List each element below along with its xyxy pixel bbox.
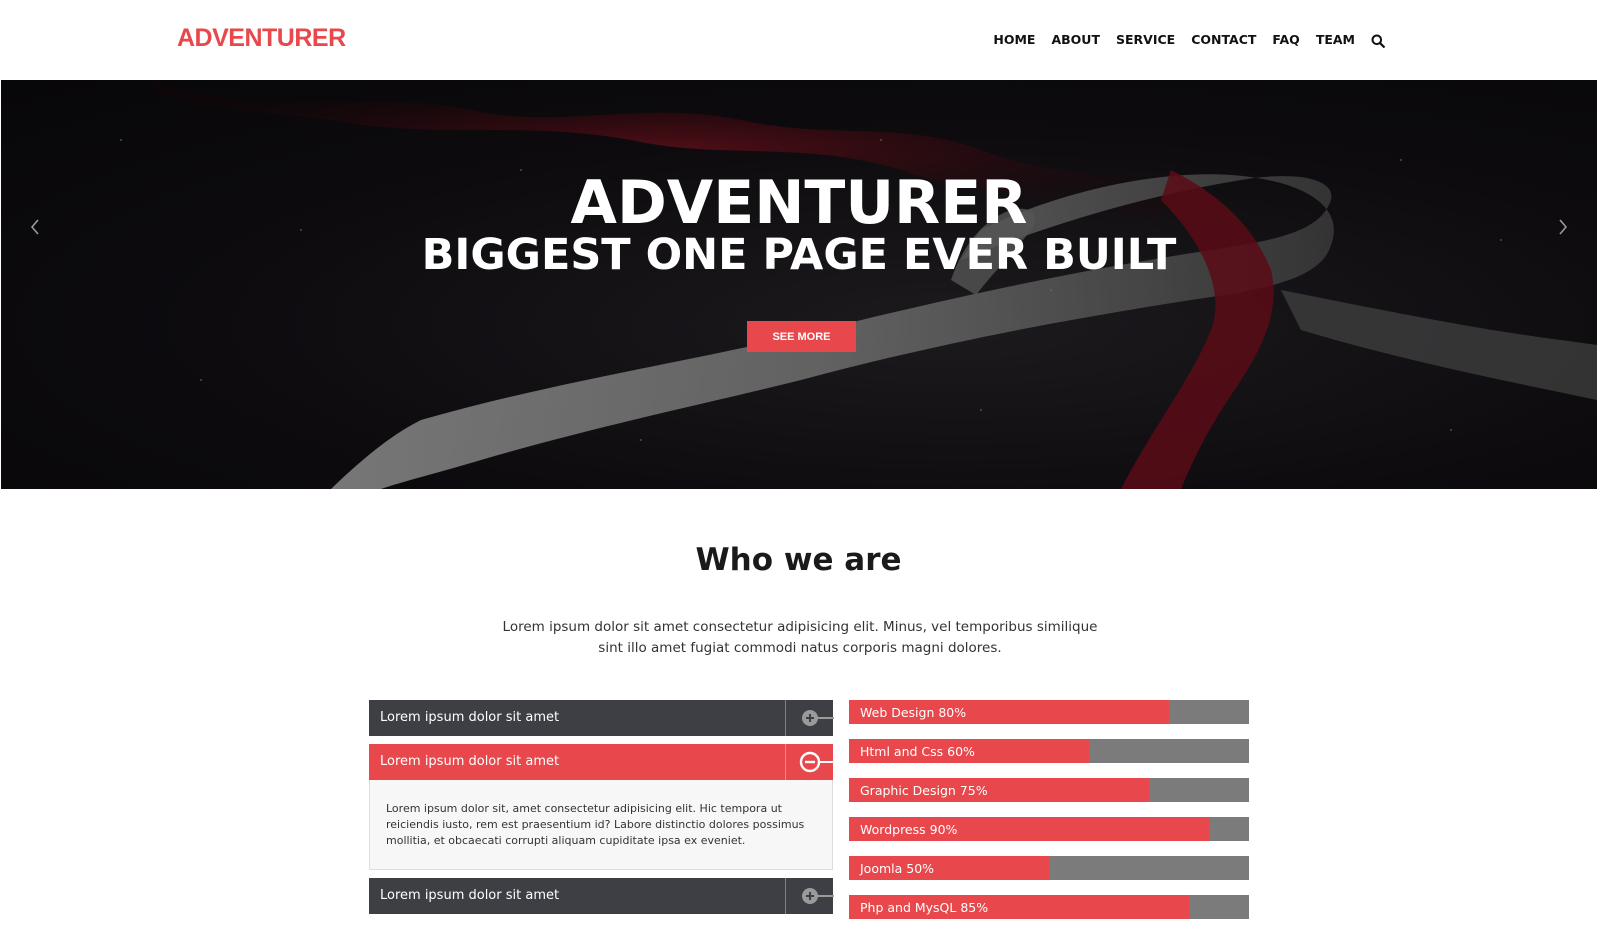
skill-bar: Php and MysQL 85% <box>849 895 1249 919</box>
skill-label: Joomla 50% <box>860 861 935 876</box>
accordion-body-text: Lorem ipsum dolor sit, amet consectetur … <box>386 802 805 847</box>
site-logo[interactable]: ADVENTURER <box>177 24 346 53</box>
search-icon[interactable] <box>1371 33 1385 48</box>
nav-item-team[interactable]: TEAM <box>1316 32 1355 47</box>
accordion-header-active[interactable]: Lorem ipsum dolor sit amet <box>369 744 834 780</box>
accordion-body: Lorem ipsum dolor sit, amet consectetur … <box>369 780 833 870</box>
section-description: Lorem ipsum dolor sit amet consectetur a… <box>502 619 1098 656</box>
see-more-button[interactable]: SEE MORE <box>747 321 856 352</box>
chevron-right-icon[interactable] <box>1553 217 1573 237</box>
accordion-label: Lorem ipsum dolor sit amet <box>380 888 560 903</box>
hero-background-image <box>120 80 1597 489</box>
accordion-header[interactable]: Lorem ipsum dolor sit amet <box>369 700 834 736</box>
skill-label: Php and MysQL 85% <box>860 900 989 915</box>
nav-item-home[interactable]: HOME <box>993 32 1035 47</box>
skill-label: Graphic Design 75% <box>860 783 988 798</box>
hero-title: ADVENTURER <box>570 168 1028 238</box>
minus-icon[interactable] <box>785 744 834 780</box>
accordion: Lorem ipsum dolor sit amet Lorem ipsum d… <box>369 700 834 914</box>
hero-subtitle: BIGGEST ONE PAGE EVER BUILT <box>421 230 1177 280</box>
site-header: ADVENTURER HOME ABOUT SERVICE CONTACT FA… <box>0 0 1597 80</box>
accordion-label: Lorem ipsum dolor sit amet <box>380 710 560 725</box>
skills-list: Web Design 80% Html and Css 60% Graphic … <box>849 700 1249 934</box>
nav-item-contact[interactable]: CONTACT <box>1191 32 1256 47</box>
skill-bar: Html and Css 60% <box>849 739 1249 763</box>
hero-slider: ADVENTURER BIGGEST ONE PAGE EVER BUILT S… <box>1 80 1597 489</box>
chevron-left-icon[interactable] <box>25 217 45 237</box>
skill-label: Html and Css 60% <box>860 744 975 759</box>
skill-bar: Joomla 50% <box>849 856 1249 880</box>
skill-label: Wordpress 90% <box>860 822 958 837</box>
skill-bar: Wordpress 90% <box>849 817 1249 841</box>
skill-bar: Graphic Design 75% <box>849 778 1249 802</box>
plus-icon[interactable] <box>785 878 834 914</box>
skill-bar: Web Design 80% <box>849 700 1249 724</box>
plus-icon[interactable] <box>785 700 834 736</box>
nav-item-service[interactable]: SERVICE <box>1116 32 1175 47</box>
accordion-label: Lorem ipsum dolor sit amet <box>380 754 560 769</box>
nav-item-faq[interactable]: FAQ <box>1272 32 1299 47</box>
section-title: Who we are <box>695 542 902 578</box>
main-nav: HOME ABOUT SERVICE CONTACT FAQ TEAM <box>993 32 1385 48</box>
nav-item-about[interactable]: ABOUT <box>1051 32 1100 47</box>
skill-label: Web Design 80% <box>860 705 967 720</box>
accordion-header[interactable]: Lorem ipsum dolor sit amet <box>369 878 834 914</box>
